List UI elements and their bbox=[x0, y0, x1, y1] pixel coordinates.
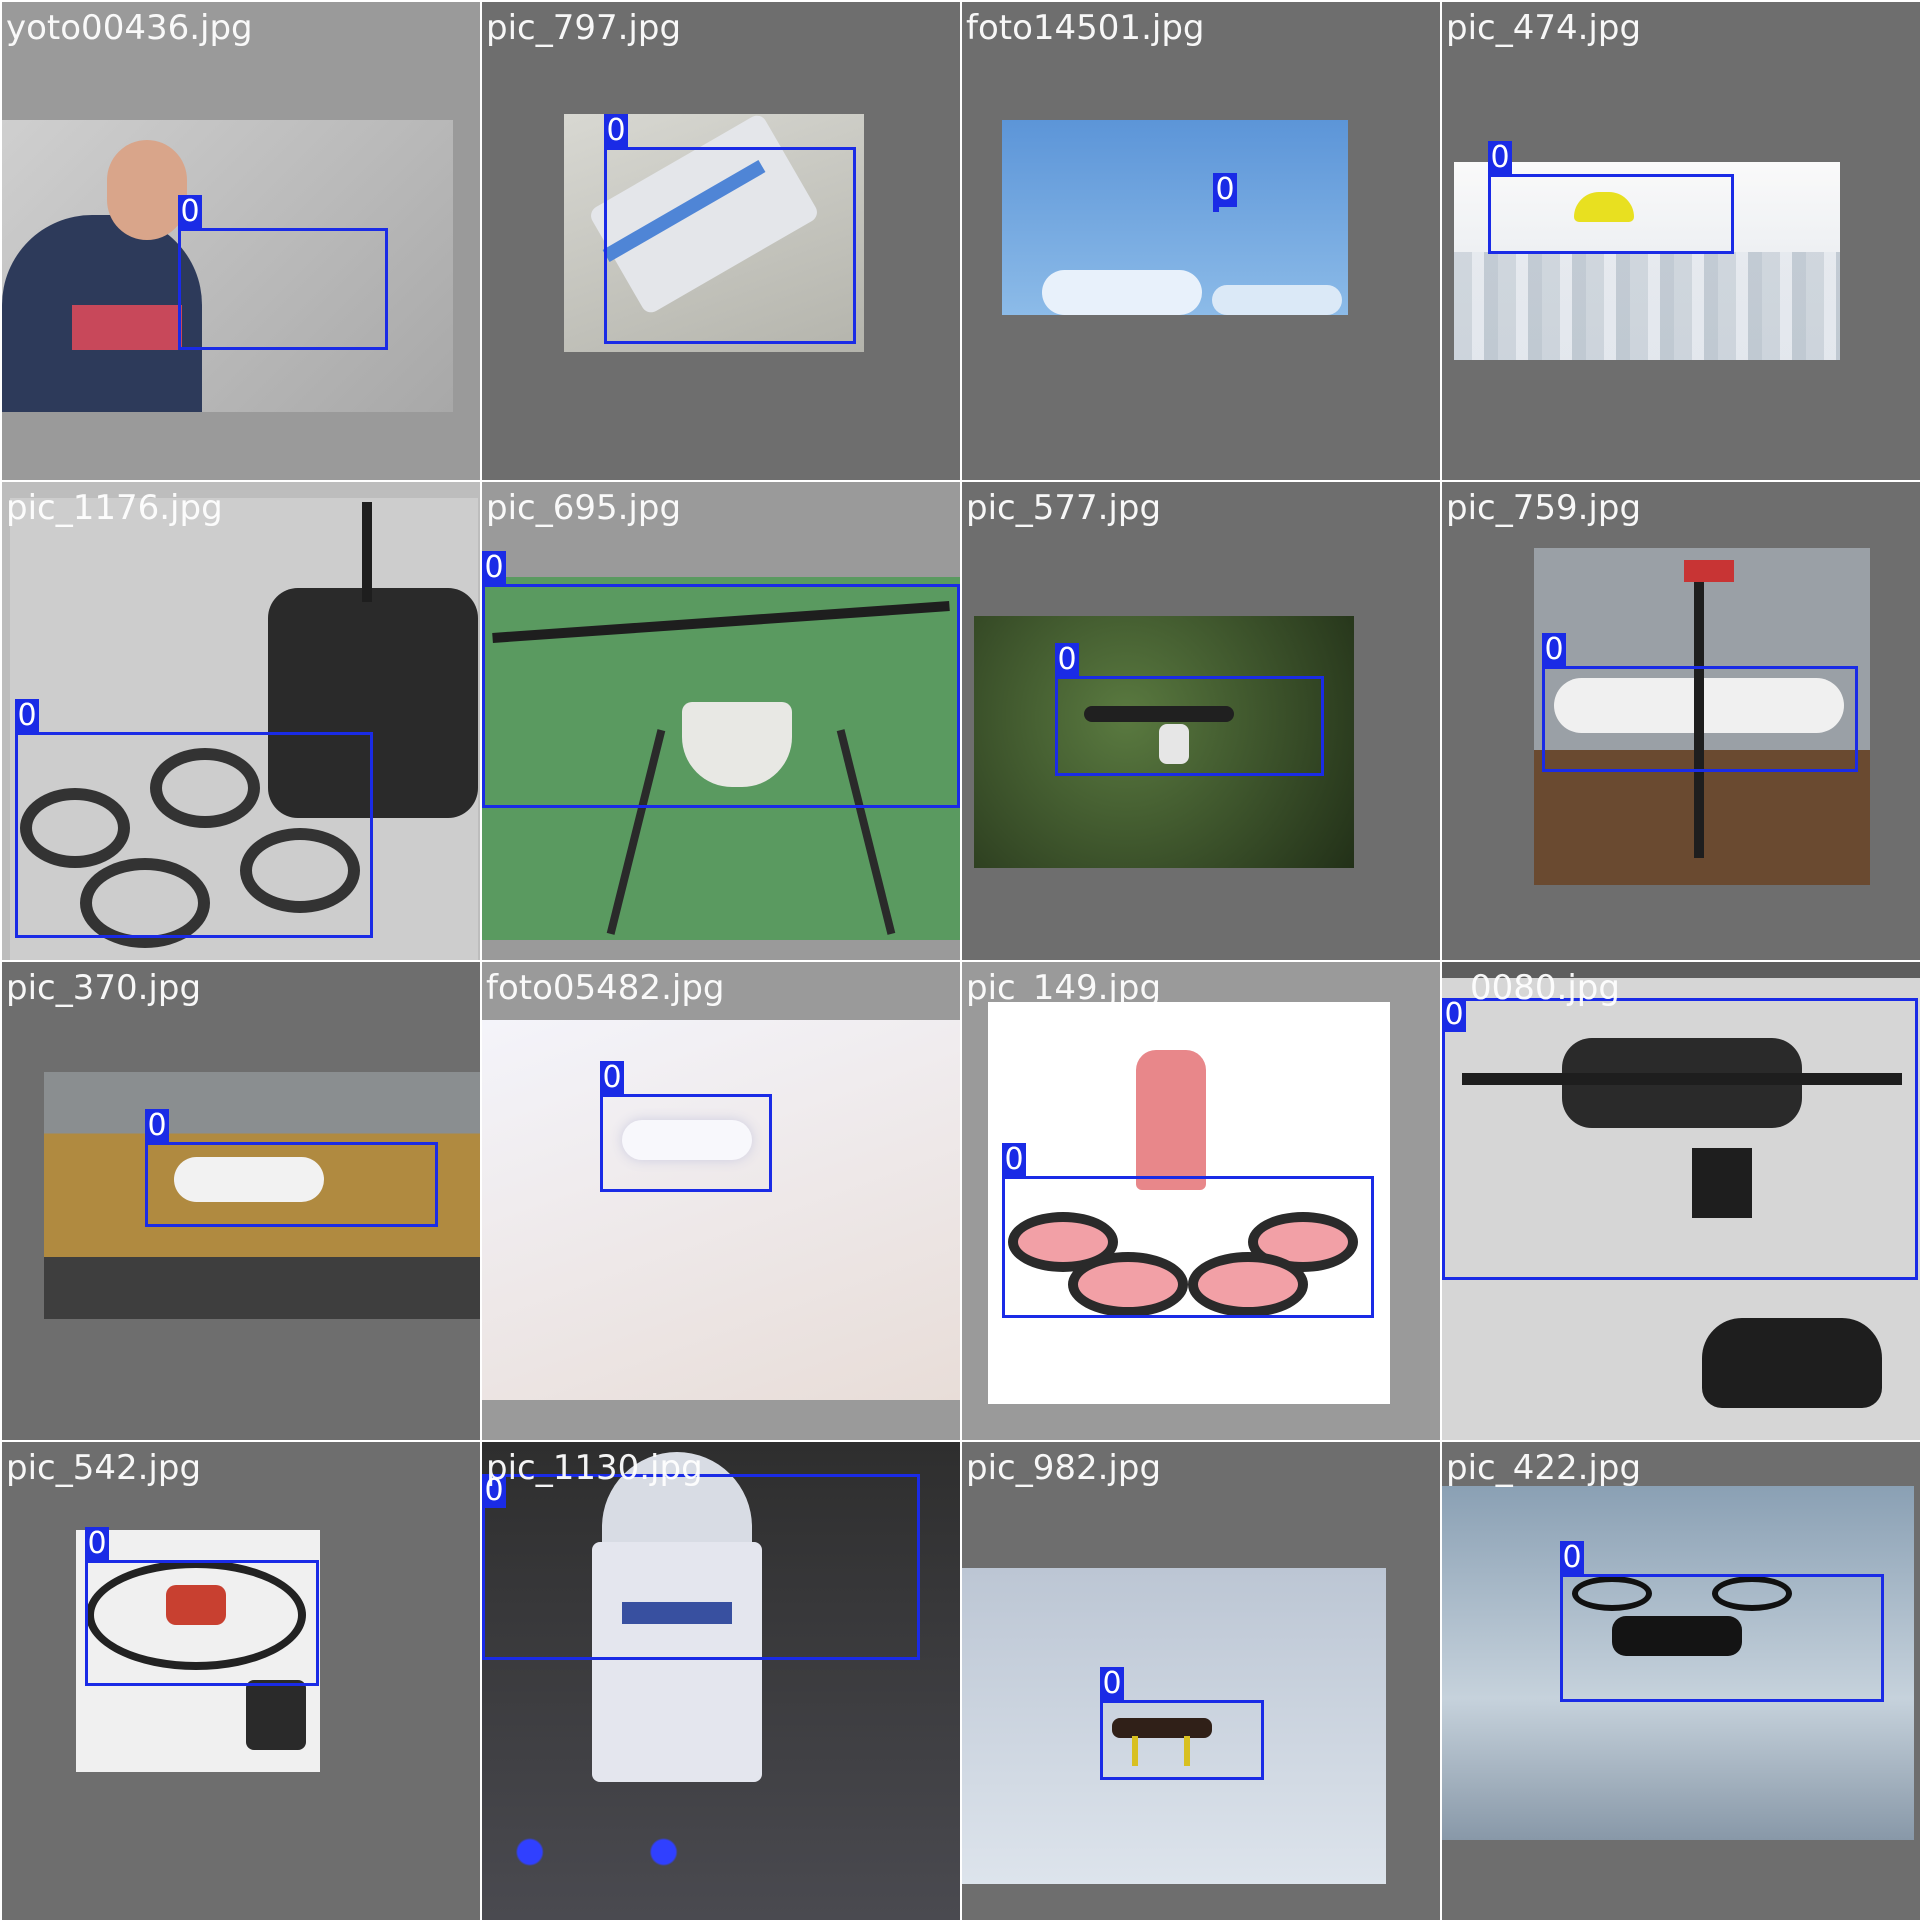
image-filename: pic_149.jpg bbox=[966, 968, 1162, 1008]
mosaic-cell[interactable]: 0 pic_542.jpg bbox=[2, 1442, 480, 1920]
shirt-print bbox=[72, 305, 182, 350]
blue-leds bbox=[482, 1832, 960, 1872]
red-sensor bbox=[1684, 560, 1734, 582]
lego-knight bbox=[1136, 1050, 1206, 1190]
bounding-box[interactable]: 0 bbox=[85, 1527, 319, 1686]
bounding-box[interactable]: 0 bbox=[482, 1474, 920, 1660]
image-filename: pic_542.jpg bbox=[6, 1448, 202, 1488]
bbox-class-label: 0 bbox=[1002, 1143, 1026, 1177]
bbox-class-label: 0 bbox=[1488, 141, 1512, 175]
mosaic-cell[interactable]: 0 pic_1176.jpg bbox=[2, 482, 480, 960]
bbox-class-label: 0 bbox=[600, 1061, 624, 1095]
cell-photo bbox=[482, 1020, 960, 1400]
image-filename: pic_370.jpg bbox=[6, 968, 202, 1008]
cloud bbox=[1042, 270, 1202, 315]
mosaic-cell[interactable]: 0 pic_474.jpg bbox=[1442, 2, 1920, 480]
mosaic-cell[interactable]: 0 pic_759.jpg bbox=[1442, 482, 1920, 960]
bounding-box[interactable]: 0 bbox=[15, 699, 373, 938]
image-filename: pic_474.jpg bbox=[1446, 8, 1642, 48]
mosaic-cell[interactable]: 0 pic_695.jpg bbox=[482, 482, 960, 960]
bbox-class-label: 0 bbox=[604, 114, 628, 148]
bbox-class-label: 0 bbox=[1100, 1667, 1124, 1701]
bounding-box[interactable]: 0 bbox=[1100, 1667, 1264, 1780]
bbox-class-label: 0 bbox=[482, 551, 506, 585]
detection-mosaic: 0 yoto00436.jpg 0 pic_797.jpg 0 foto1450… bbox=[0, 0, 1920, 1920]
bounding-box[interactable]: 0 bbox=[1442, 998, 1918, 1280]
city-skyline bbox=[1454, 252, 1840, 360]
bounding-box[interactable]: 0 bbox=[178, 195, 388, 350]
bounding-box[interactable]: 0 bbox=[482, 551, 960, 808]
image-filename: foto05482.jpg bbox=[486, 968, 725, 1008]
mosaic-cell[interactable]: 0 yoto00436.jpg bbox=[2, 2, 480, 480]
bounding-box[interactable]: 0 bbox=[1560, 1541, 1884, 1702]
mosaic-cell[interactable]: 0 foto14501.jpg bbox=[962, 2, 1440, 480]
image-filename: pic_982.jpg bbox=[966, 1448, 1162, 1488]
bounding-box[interactable]: 0 bbox=[600, 1061, 772, 1192]
image-filename: pic_1176.jpg bbox=[6, 488, 223, 528]
bbox-class-label: 0 bbox=[145, 1109, 169, 1143]
remote-antenna bbox=[362, 502, 372, 602]
image-filename: pic_422.jpg bbox=[1446, 1448, 1642, 1488]
cloud bbox=[1212, 285, 1342, 315]
bbox-class-label: 0 bbox=[85, 1527, 109, 1561]
mosaic-cell[interactable]: 0 pic_797.jpg bbox=[482, 2, 960, 480]
mosaic-cell[interactable]: 0 pic_370.jpg bbox=[2, 962, 480, 1440]
bbox-class-label: 0 bbox=[15, 699, 39, 733]
image-filename: pic_1130.jpg bbox=[486, 1448, 703, 1488]
bounding-box[interactable]: 0 bbox=[1055, 643, 1324, 776]
image-filename: pic_577.jpg bbox=[966, 488, 1162, 528]
bounding-box[interactable]: 0 bbox=[1488, 141, 1734, 254]
image-filename: yoto00436.jpg bbox=[6, 8, 253, 48]
mosaic-cell[interactable]: 0 pic_577.jpg bbox=[962, 482, 1440, 960]
remote-controller bbox=[1702, 1318, 1882, 1408]
mosaic-cell[interactable]: 0 pic_982.jpg bbox=[962, 1442, 1440, 1920]
bbox-class-label: 0 bbox=[178, 195, 202, 229]
bounding-box[interactable]: 0 bbox=[145, 1109, 438, 1227]
mosaic-cell[interactable]: 0 foto05482.jpg bbox=[482, 962, 960, 1440]
mosaic-cell[interactable]: 0 0080.jpg bbox=[1442, 962, 1920, 1440]
bbox-class-label: 0 bbox=[1560, 1541, 1584, 1575]
mosaic-cell[interactable]: 0 pic_1130.jpg bbox=[482, 1442, 960, 1920]
image-filename: 0080.jpg bbox=[1470, 968, 1620, 1008]
cell-photo bbox=[1002, 120, 1348, 315]
image-filename: foto14501.jpg bbox=[966, 8, 1205, 48]
bounding-box[interactable]: 0 bbox=[1002, 1143, 1374, 1318]
mosaic-cell[interactable]: 0 pic_422.jpg bbox=[1442, 1442, 1920, 1920]
bounding-box[interactable]: 0 bbox=[1213, 173, 1237, 212]
remote-controller bbox=[246, 1680, 306, 1750]
image-filename: pic_695.jpg bbox=[486, 488, 682, 528]
bounding-box[interactable]: 0 bbox=[1542, 633, 1858, 772]
bbox-class-label: 0 bbox=[1213, 173, 1237, 207]
image-filename: pic_797.jpg bbox=[486, 8, 682, 48]
image-filename: pic_759.jpg bbox=[1446, 488, 1642, 528]
bbox-class-label: 0 bbox=[1542, 633, 1566, 667]
person-head bbox=[107, 140, 187, 240]
bbox-class-label: 0 bbox=[1055, 643, 1079, 677]
bbox-class-label: 0 bbox=[1442, 998, 1466, 1032]
bounding-box[interactable]: 0 bbox=[604, 114, 856, 344]
mosaic-cell[interactable]: 0 pic_149.jpg bbox=[962, 962, 1440, 1440]
